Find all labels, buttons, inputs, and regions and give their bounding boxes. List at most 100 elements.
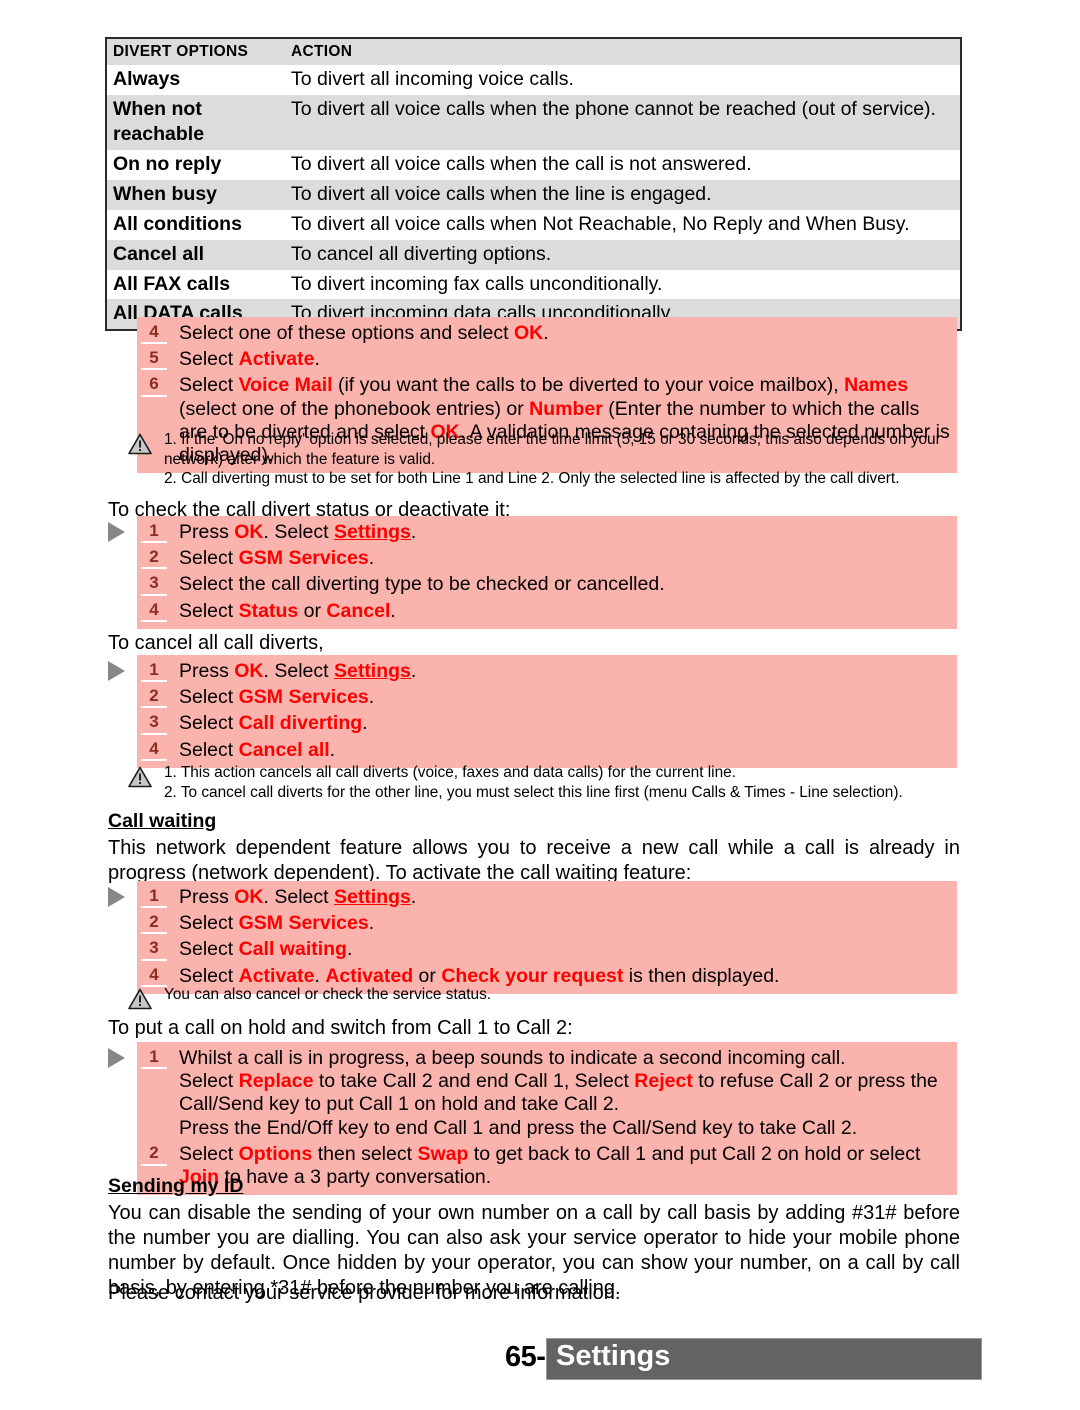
step-item: 2 Select GSM Services.	[137, 910, 957, 936]
step-text-part: .	[410, 659, 417, 682]
step-text-part: to get back to Call 1 and put Call 2 on …	[468, 1143, 921, 1166]
table-cell-option: All conditions	[113, 212, 242, 235]
step-text-part: .	[329, 738, 336, 761]
step-number: 2	[141, 1143, 167, 1166]
note-line: 2. Call diverting must to be set for bot…	[164, 470, 900, 488]
menu-item-cancel: Cancel	[326, 599, 391, 622]
step-text-part: Select	[179, 964, 239, 987]
table-header-action: ACTION	[291, 43, 353, 60]
step-item: 2 Select Options then select Swap to get…	[137, 1142, 957, 1192]
menu-key-ok: OK	[234, 659, 264, 682]
table-cell-option: All FAX calls	[113, 272, 231, 295]
table-header-row: DIVERT OPTIONS ACTION	[106, 38, 961, 65]
step-text-part: .	[362, 712, 368, 735]
step-text-part: .	[368, 685, 375, 708]
step-text-part: Select	[179, 374, 239, 397]
step-item: 2 Select GSM Services.	[137, 545, 957, 571]
right-arrow-marker-icon	[108, 661, 125, 681]
note-line: 1. If the 'On no reply' option is select…	[164, 431, 941, 468]
step-number: 3	[141, 712, 167, 735]
step-text: Select Status or Cancel.	[179, 600, 957, 623]
step-text-part: .	[410, 520, 417, 543]
steps-cancel-all-block: 1 Press OK. Select Settings. 2 Select GS…	[137, 655, 957, 768]
table-cell-option: When not reachable	[113, 97, 205, 145]
menu-item-replace: Replace	[238, 1069, 314, 1092]
menu-item-call-waiting: Call waiting	[238, 938, 347, 961]
step-text-part: .	[314, 347, 320, 370]
step-number: 4	[141, 600, 167, 623]
step-text-part: Select	[179, 1069, 239, 1092]
note-cancel-all: 1. This action cancels all call diverts …	[128, 763, 963, 802]
step-text: Select Call diverting.	[179, 712, 957, 735]
steps-check-status-block: 1 Press OK. Select Settings. 2 Select GS…	[137, 516, 957, 629]
menu-item-settings: Settings	[333, 659, 411, 682]
warning-triangle-icon	[128, 433, 154, 460]
heading-sending-my-id: Sending my ID	[108, 1175, 244, 1197]
table-header-divert-options: DIVERT OPTIONS	[113, 43, 249, 60]
note-text: You can also cancel or check the service…	[164, 985, 963, 1005]
step-text-part: Select	[179, 712, 239, 735]
step-item: 1 Press OK. Select Settings.	[137, 519, 957, 545]
right-arrow-marker-icon	[108, 1048, 125, 1068]
right-arrow-marker-icon	[108, 522, 125, 542]
footer-section-title: Settings	[556, 1340, 671, 1372]
step-text-part: (select one of the phonebook entries) or	[179, 397, 530, 420]
table-cell-action: To divert all voice calls when the call …	[291, 152, 752, 175]
step-text-part: Select	[179, 911, 239, 934]
step-text-part: Press	[179, 885, 235, 908]
steps-call-waiting-block: 1 Press OK. Select Settings. 2 Select GS…	[137, 881, 957, 994]
step-text: Select Call waiting.	[179, 938, 957, 961]
menu-item-reject: Reject	[634, 1069, 693, 1092]
step-text-line: Select Replace to take Call 2 and end Ca…	[179, 1070, 951, 1117]
menu-item-options: Options	[238, 1143, 313, 1166]
step-item: 3 Select Call waiting.	[137, 937, 957, 963]
step-text-part: Select	[179, 685, 239, 708]
step-item: 4 Select Status or Cancel.	[137, 598, 957, 624]
step-text-part: Press	[179, 520, 235, 543]
table-cell-action: To divert all voice calls when the line …	[291, 182, 712, 205]
menu-item-gsm-services: GSM Services	[238, 546, 369, 569]
cancel-all-intro: To cancel all call diverts,	[108, 632, 324, 654]
menu-key-ok: OK	[234, 885, 264, 908]
step-number: 1	[141, 886, 167, 909]
step-item: 4 Select Cancel all.	[137, 737, 957, 763]
warning-triangle-icon	[128, 766, 154, 793]
table-row: On no reply To divert all voice calls wh…	[106, 149, 961, 180]
step-text-part: to have a 3 party conversation.	[219, 1166, 492, 1189]
note-line: You can also cancel or check the service…	[164, 986, 492, 1003]
step-number: 1	[141, 1047, 167, 1070]
step-text: Select Cancel all.	[179, 739, 957, 762]
step-number: 2	[141, 912, 167, 935]
menu-item-names: Names	[844, 374, 909, 397]
step-text: Press OK. Select Settings.	[179, 886, 957, 909]
step-number: 4	[141, 322, 167, 345]
step-text-part: then select	[312, 1143, 418, 1166]
step-text: Select GSM Services.	[179, 912, 957, 935]
step-text: Select GSM Services.	[179, 686, 957, 709]
menu-item-activate: Activate	[238, 964, 315, 987]
step-item: 3 Select the call diverting type to be c…	[137, 572, 957, 598]
table-cell-action: To divert all voice calls when Not Reach…	[291, 212, 910, 235]
call-waiting-paragraph: This network dependent feature allows yo…	[108, 837, 960, 884]
footer-page-number: 65-	[505, 1341, 546, 1373]
table-cell-option: On no reply	[113, 152, 222, 175]
menu-item-status: Status	[238, 599, 299, 622]
menu-item-gsm-services: GSM Services	[238, 911, 369, 934]
menu-item-activate: Activate	[238, 347, 315, 370]
note-call-waiting: You can also cancel or check the service…	[128, 985, 963, 1015]
step-text-part: Select	[179, 738, 239, 761]
step-text-part: .	[410, 885, 417, 908]
step-text: Select one of these options and select O…	[179, 322, 957, 345]
menu-item-settings: Settings	[333, 885, 411, 908]
table-cell-action: To divert all incoming voice calls.	[291, 67, 574, 90]
note-line: 1. This action cancels all call diverts …	[164, 764, 737, 781]
step-number: 4	[141, 739, 167, 762]
menu-key-ok: OK	[513, 321, 544, 344]
step-item: 1 Press OK. Select Settings.	[137, 658, 957, 684]
menu-key-ok: OK	[234, 520, 264, 543]
table-cell-option: Cancel all	[113, 242, 205, 265]
step-text-part: .	[390, 599, 396, 622]
table-row: All FAX calls To divert incoming fax cal…	[106, 269, 961, 300]
step-number: 1	[141, 660, 167, 683]
note-divert: 1. If the 'On no reply' option is select…	[128, 430, 963, 489]
